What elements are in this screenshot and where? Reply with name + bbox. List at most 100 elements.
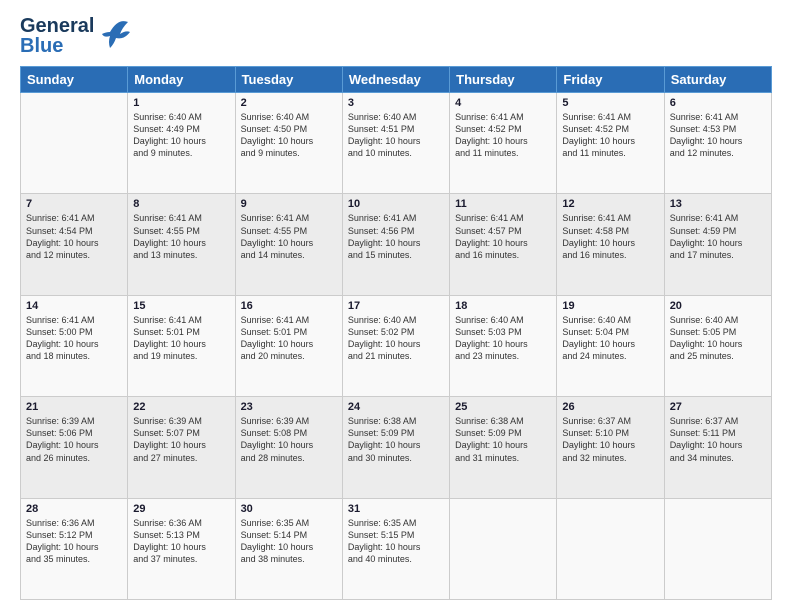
day-info: Sunrise: 6:41 AM Sunset: 4:53 PM Dayligh… [670,111,766,160]
day-number: 11 [455,198,551,210]
logo-general: General [20,16,94,36]
day-number: 9 [241,198,337,210]
day-cell: 2Sunrise: 6:40 AM Sunset: 4:50 PM Daylig… [235,93,342,194]
day-cell: 16Sunrise: 6:41 AM Sunset: 5:01 PM Dayli… [235,295,342,396]
day-cell: 5 Sunrise: 6:41 AM Sunset: 4:52 PM Daylig… [557,93,664,194]
day-cell: 17 Sunrise: 6:40 AM Sunset: 5:02 PM Dayli… [342,295,449,396]
week-row-5: 28 Sunrise: 6:36 AM Sunset: 5:12 PM Dayli… [21,498,772,599]
day-number: 7 [26,198,122,210]
day-cell [664,498,771,599]
day-cell: 12 Sunrise: 6:41 AM Sunset: 4:58 PM Dayli… [557,194,664,295]
day-cell [450,498,557,599]
day-info: Sunrise: 6:39 AM Sunset: 5:08 PM Dayligh… [241,415,337,464]
weekday-header-friday: Friday [557,67,664,93]
day-cell: 26 Sunrise: 6:37 AM Sunset: 5:10 PM Dayli… [557,397,664,498]
day-info: Sunrise: 6:41 AM Sunset: 4:55 PM Dayligh… [241,212,337,261]
day-number: 4 [455,97,551,109]
weekday-header-row: SundayMondayTuesdayWednesdayThursdayFrid… [21,67,772,93]
day-number: 21 [26,401,122,413]
day-cell: 21 Sunrise: 6:39 AM Sunset: 5:06 PM Dayli… [21,397,128,498]
day-number: 26 [562,401,658,413]
day-cell: 19 Sunrise: 6:40 AM Sunset: 5:04 PM Dayli… [557,295,664,396]
day-cell: 7 Sunrise: 6:41 AM Sunset: 4:54 PM Daylig… [21,194,128,295]
day-info: Sunrise: 6:41 AM Sunset: 5:01 PM Dayligh… [133,314,229,363]
day-number: 24 [348,401,444,413]
day-number: 14 [26,300,122,312]
day-info: Sunrise: 6:36 AM Sunset: 5:12 PM Dayligh… [26,517,122,566]
header: General Blue [20,16,772,56]
day-info: Sunrise: 6:40 AM Sunset: 4:49 PM Dayligh… [133,111,229,160]
day-cell: 28 Sunrise: 6:36 AM Sunset: 5:12 PM Dayli… [21,498,128,599]
day-info: Sunrise: 6:41 AM Sunset: 4:59 PM Dayligh… [670,212,766,261]
day-number: 27 [670,401,766,413]
week-row-3: 14 Sunrise: 6:41 AM Sunset: 5:00 PM Dayli… [21,295,772,396]
day-cell: 27 Sunrise: 6:37 AM Sunset: 5:11 PM Dayli… [664,397,771,498]
day-info: Sunrise: 6:41 AM Sunset: 4:58 PM Dayligh… [562,212,658,261]
weekday-header-saturday: Saturday [664,67,771,93]
week-row-2: 7 Sunrise: 6:41 AM Sunset: 4:54 PM Daylig… [21,194,772,295]
day-info: Sunrise: 6:35 AM Sunset: 5:14 PM Dayligh… [241,517,337,566]
day-info: Sunrise: 6:41 AM Sunset: 4:57 PM Dayligh… [455,212,551,261]
day-info: Sunrise: 6:40 AM Sunset: 5:05 PM Dayligh… [670,314,766,363]
day-cell [21,93,128,194]
day-cell: 22 Sunrise: 6:39 AM Sunset: 5:07 PM Dayli… [128,397,235,498]
day-number: 15 [133,300,229,312]
day-info: Sunrise: 6:40 AM Sunset: 4:51 PM Dayligh… [348,111,444,160]
day-info: Sunrise: 6:36 AM Sunset: 5:13 PM Dayligh… [133,517,229,566]
day-number: 16 [241,300,337,312]
week-row-4: 21 Sunrise: 6:39 AM Sunset: 5:06 PM Dayli… [21,397,772,498]
weekday-header-wednesday: Wednesday [342,67,449,93]
day-number: 22 [133,401,229,413]
day-cell: 29Sunrise: 6:36 AM Sunset: 5:13 PM Dayli… [128,498,235,599]
weekday-header-monday: Monday [128,67,235,93]
day-number: 5 [562,97,658,109]
logo: General Blue [20,16,130,56]
day-number: 8 [133,198,229,210]
day-number: 30 [241,503,337,515]
day-number: 6 [670,97,766,109]
day-info: Sunrise: 6:39 AM Sunset: 5:07 PM Dayligh… [133,415,229,464]
day-cell: 3 Sunrise: 6:40 AM Sunset: 4:51 PM Daylig… [342,93,449,194]
day-number: 28 [26,503,122,515]
day-cell: 14 Sunrise: 6:41 AM Sunset: 5:00 PM Dayli… [21,295,128,396]
day-info: Sunrise: 6:37 AM Sunset: 5:10 PM Dayligh… [562,415,658,464]
day-number: 1 [133,97,229,109]
calendar-table: SundayMondayTuesdayWednesdayThursdayFrid… [20,66,772,600]
day-cell: 23Sunrise: 6:39 AM Sunset: 5:08 PM Dayli… [235,397,342,498]
page: General Blue SundayMondayTuesdayWednesda… [0,0,792,612]
day-info: Sunrise: 6:40 AM Sunset: 5:03 PM Dayligh… [455,314,551,363]
day-info: Sunrise: 6:38 AM Sunset: 5:09 PM Dayligh… [455,415,551,464]
day-cell [557,498,664,599]
day-cell: 20 Sunrise: 6:40 AM Sunset: 5:05 PM Dayli… [664,295,771,396]
weekday-header-tuesday: Tuesday [235,67,342,93]
day-number: 20 [670,300,766,312]
day-info: Sunrise: 6:38 AM Sunset: 5:09 PM Dayligh… [348,415,444,464]
day-number: 3 [348,97,444,109]
day-info: Sunrise: 6:41 AM Sunset: 4:55 PM Dayligh… [133,212,229,261]
day-number: 18 [455,300,551,312]
day-cell: 9 Sunrise: 6:41 AM Sunset: 4:55 PM Daylig… [235,194,342,295]
day-cell: 24 Sunrise: 6:38 AM Sunset: 5:09 PM Dayli… [342,397,449,498]
day-info: Sunrise: 6:41 AM Sunset: 5:00 PM Dayligh… [26,314,122,363]
day-cell: 6 Sunrise: 6:41 AM Sunset: 4:53 PM Daylig… [664,93,771,194]
day-info: Sunrise: 6:35 AM Sunset: 5:15 PM Dayligh… [348,517,444,566]
day-info: Sunrise: 6:41 AM Sunset: 4:52 PM Dayligh… [562,111,658,160]
day-info: Sunrise: 6:41 AM Sunset: 4:54 PM Dayligh… [26,212,122,261]
day-cell: 13 Sunrise: 6:41 AM Sunset: 4:59 PM Dayli… [664,194,771,295]
day-number: 13 [670,198,766,210]
day-info: Sunrise: 6:40 AM Sunset: 5:04 PM Dayligh… [562,314,658,363]
day-info: Sunrise: 6:41 AM Sunset: 4:56 PM Dayligh… [348,212,444,261]
day-cell: 11 Sunrise: 6:41 AM Sunset: 4:57 PM Dayli… [450,194,557,295]
day-number: 12 [562,198,658,210]
day-cell: 25Sunrise: 6:38 AM Sunset: 5:09 PM Dayli… [450,397,557,498]
day-info: Sunrise: 6:40 AM Sunset: 5:02 PM Dayligh… [348,314,444,363]
day-info: Sunrise: 6:37 AM Sunset: 5:11 PM Dayligh… [670,415,766,464]
day-info: Sunrise: 6:39 AM Sunset: 5:06 PM Dayligh… [26,415,122,464]
day-number: 19 [562,300,658,312]
day-number: 17 [348,300,444,312]
day-cell: 8 Sunrise: 6:41 AM Sunset: 4:55 PM Daylig… [128,194,235,295]
day-info: Sunrise: 6:40 AM Sunset: 4:50 PM Dayligh… [241,111,337,160]
day-cell: 1 Sunrise: 6:40 AM Sunset: 4:49 PM Daylig… [128,93,235,194]
day-cell: 10Sunrise: 6:41 AM Sunset: 4:56 PM Dayli… [342,194,449,295]
day-number: 31 [348,503,444,515]
